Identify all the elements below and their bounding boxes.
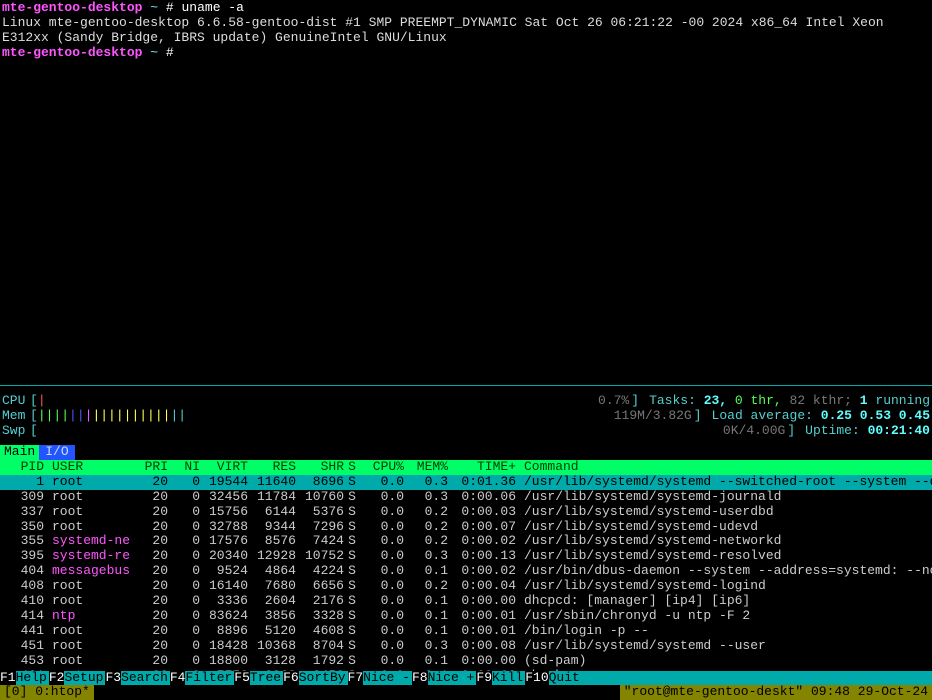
prompt-line-1: mte-gentoo-desktop ~ # uname -a bbox=[2, 1, 930, 16]
process-list[interactable]: 1root20019544116408696S0.00.30:01.36/usr… bbox=[0, 475, 932, 699]
tmux-status-bar: [0] 0:htop* "root@mte-gentoo-deskt" 09:4… bbox=[0, 685, 932, 700]
prompt-hash: # bbox=[166, 0, 174, 15]
fkey-label-f9[interactable]: Kill bbox=[492, 671, 525, 686]
typed-command: uname -a bbox=[182, 0, 244, 15]
process-row[interactable]: 408root2001614076806656S0.00.20:00.04/us… bbox=[0, 579, 932, 594]
prompt-host: mte-gentoo-desktop bbox=[2, 0, 142, 15]
prompt-line-2[interactable]: mte-gentoo-desktop ~ # bbox=[2, 46, 930, 61]
fkey-f7[interactable]: F7 bbox=[348, 671, 364, 686]
process-row[interactable]: 395systemd-re200203401292810752S0.00.30:… bbox=[0, 549, 932, 564]
fkey-f8[interactable]: F8 bbox=[412, 671, 428, 686]
fkey-label-f6[interactable]: SortBy bbox=[299, 671, 348, 686]
fkey-f10[interactable]: F10 bbox=[525, 671, 548, 686]
tasks-info: Tasks: 23, 0 thr, 82 kthr; 1 running bbox=[649, 394, 930, 409]
tab-main[interactable]: Main bbox=[0, 445, 39, 460]
process-row[interactable]: 309root200324561178410760S0.00.30:00.06/… bbox=[0, 490, 932, 505]
fkey-label-f5[interactable]: Tree bbox=[250, 671, 283, 686]
terminal-scrollback: mte-gentoo-desktop ~ # uname -a Linux mt… bbox=[0, 0, 932, 62]
process-row[interactable]: 1root20019544116408696S0.00.30:01.36/usr… bbox=[0, 475, 932, 490]
cpu-meter: CPU [ | 0.7% ] Tasks: 23, 0 thr, 82 kthr… bbox=[2, 394, 930, 409]
prompt-host: mte-gentoo-desktop bbox=[2, 45, 142, 60]
process-row[interactable]: 453root2001880031281792S0.00.10:00.00(sd… bbox=[0, 654, 932, 669]
process-row[interactable]: 410root200333626042176S0.00.10:00.00dhcp… bbox=[0, 594, 932, 609]
htop-pane[interactable]: CPU [ | 0.7% ] Tasks: 23, 0 thr, 82 kthr… bbox=[0, 385, 932, 699]
process-row[interactable]: 404messagebus200952448644224S0.00.10:00.… bbox=[0, 564, 932, 579]
meters-block: CPU [ | 0.7% ] Tasks: 23, 0 thr, 82 kthr… bbox=[0, 394, 932, 439]
process-row[interactable]: 451root20018428103688704S0.00.30:00.08/u… bbox=[0, 639, 932, 654]
tab-io[interactable]: I/O bbox=[39, 445, 74, 460]
fkey-f5[interactable]: F5 bbox=[234, 671, 250, 686]
fkey-f9[interactable]: F9 bbox=[476, 671, 492, 686]
process-row[interactable]: 355systemd-ne2001757685767424S0.00.20:00… bbox=[0, 534, 932, 549]
column-header[interactable]: PID USER PRI NI VIRT RES SHR S CPU% MEM%… bbox=[0, 460, 932, 475]
loadavg-info: Load average: 0.25 0.53 0.45 bbox=[712, 409, 930, 424]
htop-tabs: MainI/O bbox=[0, 445, 932, 460]
fkey-f4[interactable]: F4 bbox=[170, 671, 186, 686]
uptime-info: Uptime: 00:21:40 bbox=[805, 424, 930, 439]
prompt-tilde: ~ bbox=[150, 0, 158, 15]
fkey-label-f10[interactable]: Quit bbox=[549, 671, 582, 686]
fkey-label-f8[interactable]: Nice + bbox=[428, 671, 477, 686]
prompt-tilde: ~ bbox=[150, 45, 158, 60]
mem-meter: Mem [ ||||||||||||||||||| 119M/3.82G ] L… bbox=[2, 409, 930, 424]
fkey-label-f3[interactable]: Search bbox=[121, 671, 170, 686]
status-right: "root@mte-gentoo-deskt" 09:48 29-Oct-24 bbox=[620, 685, 932, 700]
fkey-f3[interactable]: F3 bbox=[105, 671, 121, 686]
fkey-label-f7[interactable]: Nice - bbox=[363, 671, 412, 686]
process-row[interactable]: 350root2003278893447296S0.00.20:00.07/us… bbox=[0, 520, 932, 535]
process-row[interactable]: 337root2001575661445376S0.00.20:00.03/us… bbox=[0, 505, 932, 520]
uname-output: Linux mte-gentoo-desktop 6.6.58-gentoo-d… bbox=[2, 16, 922, 46]
fkey-f6[interactable]: F6 bbox=[283, 671, 299, 686]
pane-separator bbox=[0, 385, 932, 391]
swp-meter: Swp [ 0K/4.00G ] Uptime: 00:21:40 bbox=[2, 424, 930, 439]
prompt-hash: # bbox=[166, 45, 174, 60]
status-left: [0] 0:htop* bbox=[0, 685, 94, 700]
process-row[interactable]: 441root200889651204608S0.00.10:00.01/bin… bbox=[0, 624, 932, 639]
fkey-label-f4[interactable]: Filter bbox=[185, 671, 234, 686]
process-row[interactable]: 414ntp2008362438563328S0.00.10:00.01/usr… bbox=[0, 609, 932, 624]
